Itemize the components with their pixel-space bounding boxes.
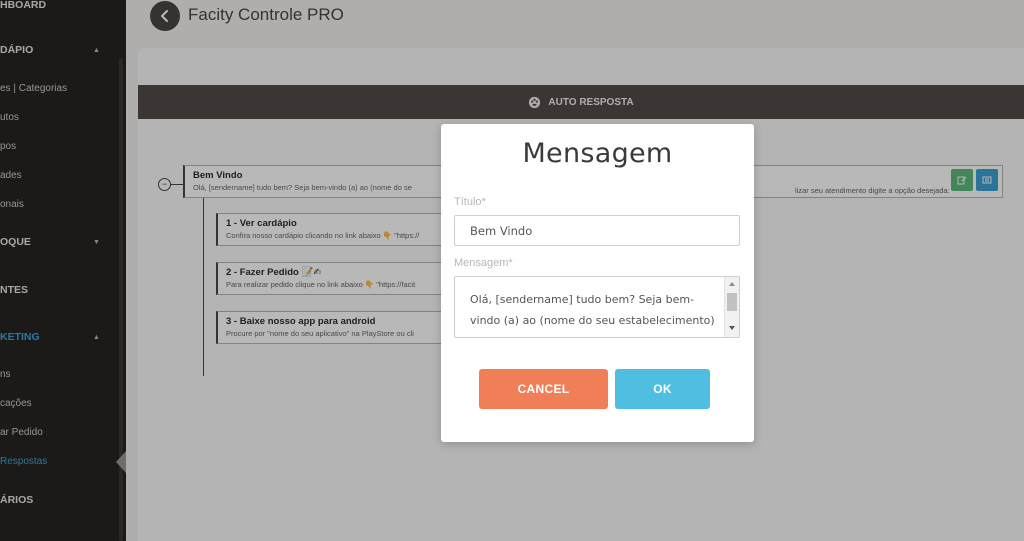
title-field-label: Título* [454,196,486,208]
scroll-up-arrow-icon[interactable] [729,282,735,286]
title-input-value: Bem Vindo [470,223,533,238]
message-textarea-value: Olá, [sendername] tudo bem? Seja bem-vin… [470,293,715,327]
title-input[interactable]: Bem Vindo [454,215,740,246]
message-textarea[interactable]: Olá, [sendername] tudo bem? Seja bem-vin… [454,276,740,338]
textarea-scrollbar[interactable] [724,277,739,337]
scroll-thumb[interactable] [727,293,737,311]
message-modal: Mensagem Título* Bem Vindo Mensagem* Olá… [441,124,754,442]
modal-title: Mensagem [522,138,673,169]
message-field-label: Mensagem* [454,257,513,269]
cancel-button[interactable]: CANCEL [479,369,608,409]
ok-button[interactable]: OK [615,369,710,409]
scroll-down-arrow-icon[interactable] [729,326,735,330]
